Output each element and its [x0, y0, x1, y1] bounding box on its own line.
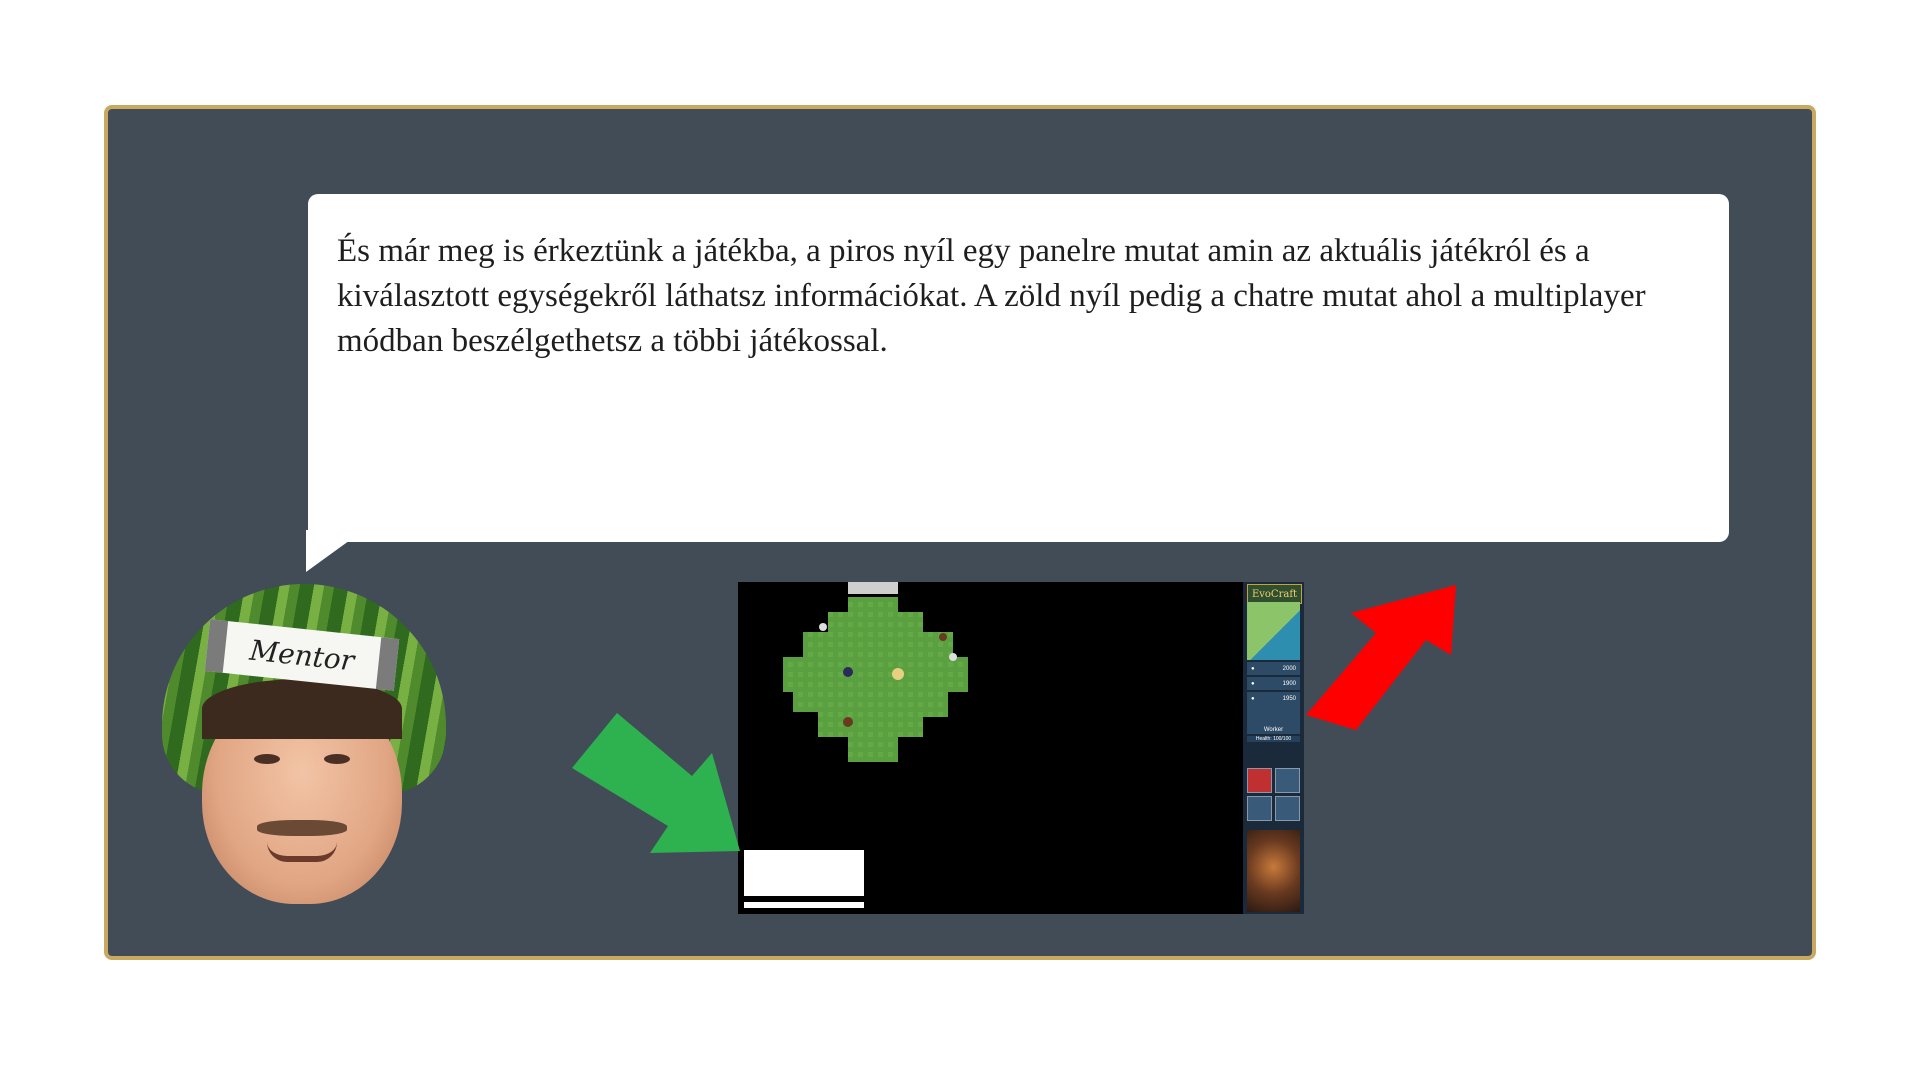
worker-unit[interactable] [892, 668, 904, 680]
selected-unit-health: Health: 100/100 [1247, 736, 1300, 742]
right-eye [324, 754, 350, 764]
enemy-unit[interactable] [843, 667, 853, 677]
bush-unit [939, 633, 947, 641]
hero-portrait [1247, 830, 1300, 912]
chat-input[interactable] [744, 902, 864, 908]
dialog-text: És már meg is érkeztünk a játékba, a pir… [337, 233, 1646, 359]
command-button-3[interactable] [1247, 796, 1272, 821]
command-button-2[interactable] [1275, 768, 1300, 793]
sheep-unit-2 [949, 653, 957, 661]
mentor-mouth [267, 842, 337, 862]
selected-unit-name: Worker [1263, 727, 1284, 733]
grass-island [783, 597, 968, 762]
game-logo: EvoCraft [1247, 584, 1302, 604]
game-map [738, 582, 1243, 914]
wood-icon: ● [1251, 695, 1255, 702]
food-icon: ● [1251, 680, 1255, 687]
chat-window[interactable] [744, 850, 864, 896]
green-arrow-icon [572, 713, 740, 853]
gold-icon: ● [1251, 665, 1255, 672]
command-button-4[interactable] [1275, 796, 1300, 821]
mentor-mustache [257, 820, 347, 836]
resource-gold: ● 2000 [1247, 662, 1300, 675]
resource-food: ● 1900 [1247, 677, 1300, 690]
sheep-unit [819, 623, 827, 631]
left-eye [254, 754, 280, 764]
info-panel: EvoCraft ● 2000 ● 1900 ● 1950 Worker Health… [1243, 582, 1304, 914]
speech-bubble: És már meg is érkeztünk a játékba, a pir… [308, 194, 1729, 542]
tree-unit [843, 717, 853, 727]
mentor-avatar: Mentor [162, 584, 446, 904]
minimap[interactable] [1247, 602, 1300, 660]
mentor-label: Mentor [248, 633, 356, 677]
red-arrow-icon [1306, 585, 1456, 730]
stone-building [848, 582, 898, 594]
game-screenshot: EvoCraft ● 2000 ● 1900 ● 1950 Worker Health… [738, 582, 1304, 914]
speech-bubble-tail [306, 530, 364, 572]
attack-command-button[interactable] [1247, 768, 1272, 793]
